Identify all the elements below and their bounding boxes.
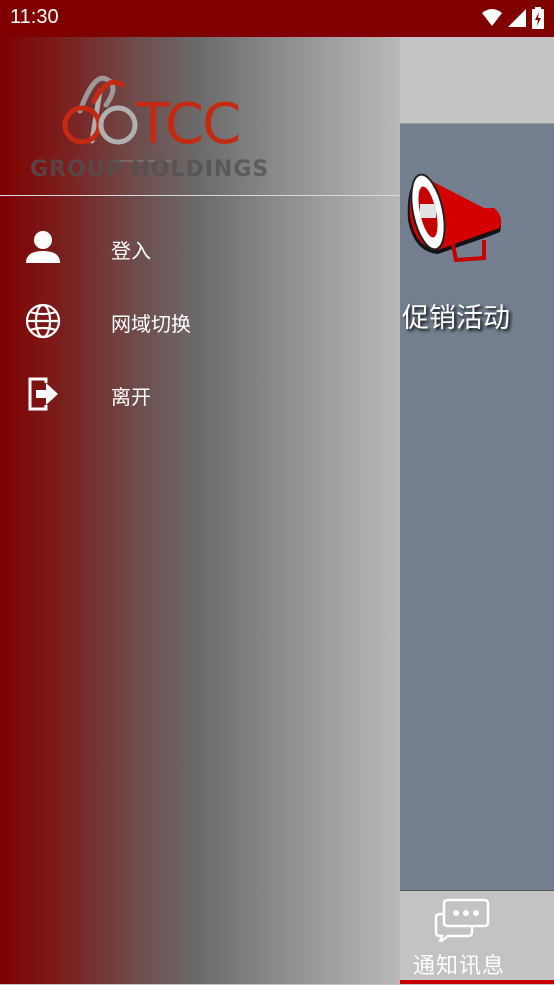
logo-subtext: GROUP HOLDINGS [30,157,270,182]
chat-bubble-icon[interactable] [434,896,490,942]
nav-label-notifications[interactable]: 通知讯息 [413,948,505,980]
nav-active-indicator [400,980,554,984]
menu-item-exit[interactable]: 离开 [0,363,400,423]
menu-label-exit: 离开 [111,385,151,409]
drawer-divider [0,195,400,196]
globe-icon [25,303,61,339]
logo-text: TCC [135,92,239,157]
wifi-icon [482,9,502,26]
promo-label[interactable]: 促销活动 [402,296,510,335]
exit-icon [28,377,58,411]
navigation-drawer: TCC GROUP HOLDINGS 登入 网域切换 离开 [0,37,400,984]
status-icons [482,7,544,29]
menu-label-domain-switch: 网域切换 [111,312,191,336]
signal-icon [508,9,526,27]
status-bar: 11:30 [0,0,554,37]
menu-item-login[interactable]: 登入 [0,217,400,277]
user-icon [26,231,60,263]
megaphone-icon[interactable] [404,166,512,266]
menu-item-domain-switch[interactable]: 网域切换 [0,290,400,350]
battery-icon [532,7,544,29]
status-time: 11:30 [10,6,59,28]
menu-label-login: 登入 [111,239,151,263]
